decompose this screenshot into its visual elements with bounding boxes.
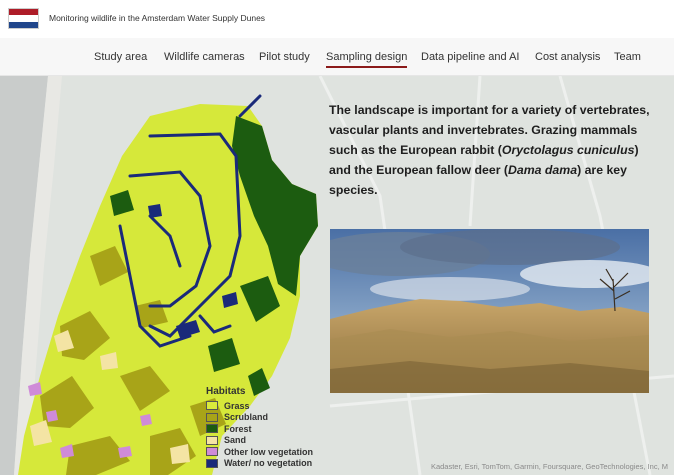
scrubland-swatch (206, 412, 218, 422)
map-view[interactable]: The landscape is important for a variety… (0, 76, 674, 475)
forest-swatch (206, 424, 218, 434)
map-attribution: Kadaster, Esri, TomTom, Garmin, Foursqua… (430, 462, 668, 471)
legend-item: Sand (206, 435, 331, 447)
netherlands-flag-icon (8, 8, 39, 29)
legend-item: Forest (206, 423, 331, 435)
legend-label: Forest (224, 423, 252, 434)
nav-cost-analysis[interactable]: Cost analysis (535, 51, 600, 63)
habitat-description: The landscape is important for a variety… (329, 103, 650, 197)
legend-item: Water/ no vegetation (206, 458, 331, 470)
top-bar: Monitoring wildlife in the Amsterdam Wat… (0, 0, 674, 38)
nav-study-area[interactable]: Study area (94, 51, 147, 63)
water-swatch (206, 458, 218, 468)
nav-data-pipeline-ai[interactable]: Data pipeline and AI (421, 51, 519, 63)
nav-wildlife-cameras[interactable]: Wildlife cameras (164, 51, 245, 63)
habitat-legend: Habitats Grass Scrubland Forest Sand Oth… (206, 386, 331, 469)
legend-label: Other low vegetation (224, 446, 314, 457)
legend-label: Sand (224, 435, 247, 446)
site-title[interactable]: Monitoring wildlife in the Amsterdam Wat… (49, 13, 265, 23)
main-navigation: Study area Wildlife cameras Pilot study … (0, 38, 674, 76)
dune-landscape-photo (330, 229, 649, 393)
legend-item: Scrubland (206, 412, 331, 424)
grass-swatch (206, 401, 218, 411)
legend-item: Grass (206, 400, 331, 412)
nav-team[interactable]: Team (614, 51, 641, 63)
legend-label: Grass (224, 400, 250, 411)
low-vegetation-swatch (206, 447, 218, 457)
legend-item: Other low vegetation (206, 446, 331, 458)
nav-pilot-study[interactable]: Pilot study (259, 51, 310, 63)
nav-sampling-design[interactable]: Sampling design (326, 51, 408, 68)
sand-swatch (206, 435, 218, 445)
legend-label: Water/ no vegetation (224, 458, 313, 469)
legend-label: Scrubland (224, 412, 269, 423)
legend-title: Habitats (206, 386, 246, 397)
